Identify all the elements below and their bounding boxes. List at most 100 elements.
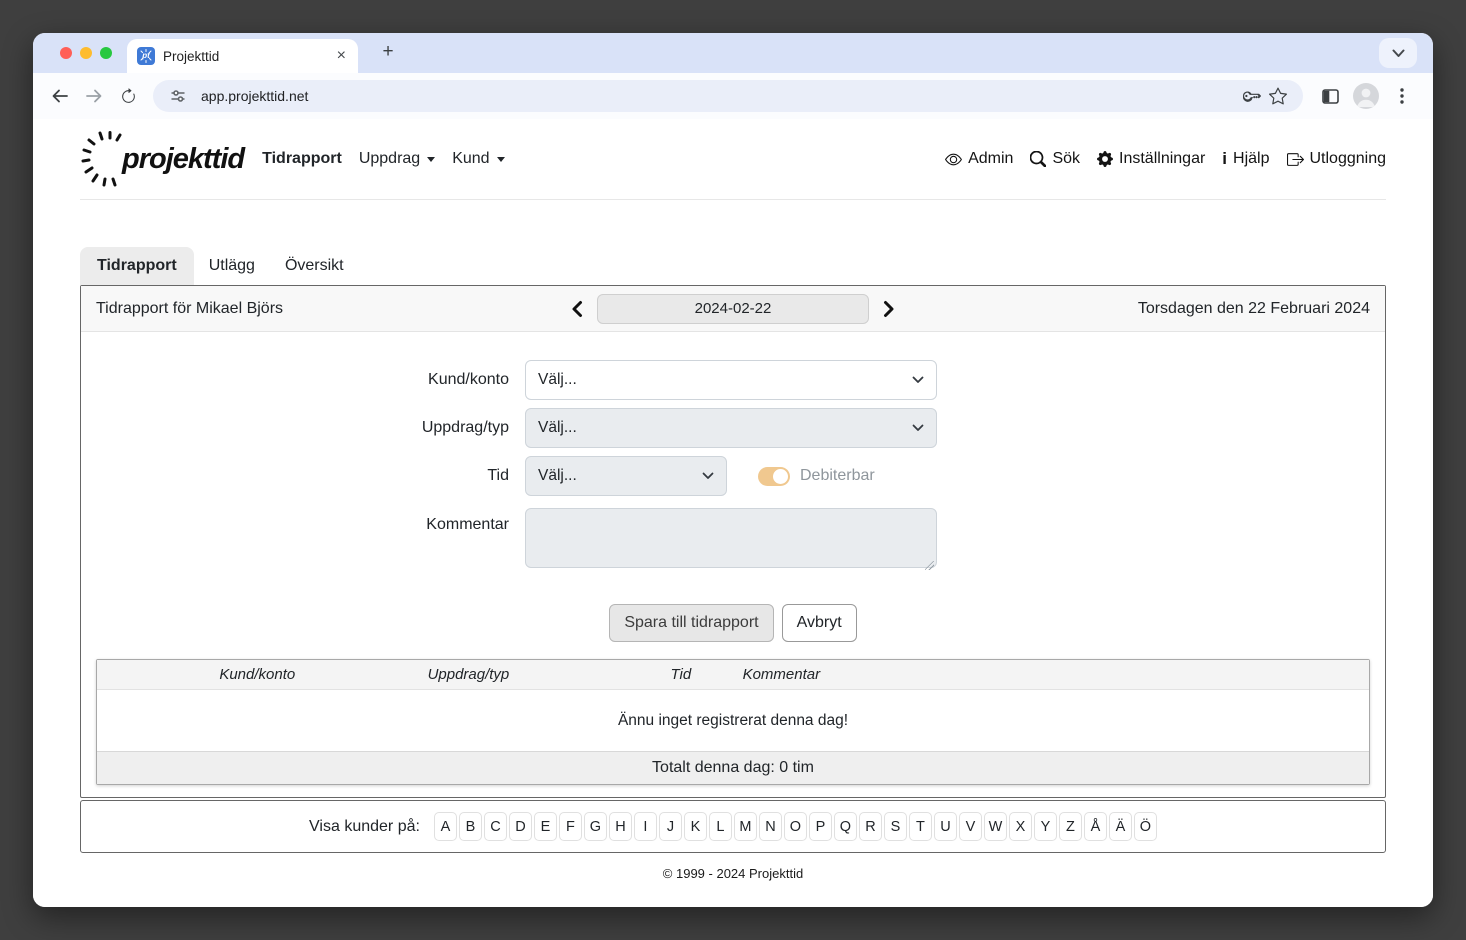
letter-button[interactable]: O (784, 812, 807, 841)
app-logo[interactable]: projekttid (80, 129, 244, 189)
letter-button[interactable]: P (809, 812, 832, 841)
letter-button[interactable]: D (509, 812, 532, 841)
letter-button[interactable]: Z (1059, 812, 1082, 841)
gear-icon (1097, 151, 1113, 167)
letter-button[interactable]: A (434, 812, 457, 841)
address-bar[interactable]: app.projekttid.net (153, 80, 1303, 112)
nav-item-uppdrag[interactable]: Uppdrag (359, 150, 435, 168)
cancel-button[interactable]: Avbryt (782, 604, 857, 642)
back-arrow-icon (51, 88, 69, 104)
date-navigation-bar: Tidrapport för Mikael Björs 2024-02-22 (81, 286, 1385, 332)
letter-button[interactable]: N (759, 812, 782, 841)
back-button[interactable] (43, 79, 77, 113)
empty-message: Ännu inget registrerat denna dag! (618, 712, 848, 730)
person-icon (1353, 83, 1379, 109)
letter-button[interactable]: Å (1084, 812, 1107, 841)
browser-menu-button[interactable] (1385, 79, 1419, 113)
col-header-tid: Tid (670, 660, 691, 689)
letter-button[interactable]: C (484, 812, 507, 841)
letter-button[interactable]: B (459, 812, 482, 841)
letter-button[interactable]: Q (834, 812, 857, 841)
bookmark-star-icon[interactable] (1265, 87, 1291, 105)
resize-grip-icon[interactable] (925, 561, 934, 570)
col-header-kund-konto: Kund/konto (219, 660, 295, 689)
new-tab-button[interactable]: + (376, 41, 400, 63)
tab-tidrapport[interactable]: Tidrapport (80, 247, 194, 285)
tid-select[interactable]: Välj... (525, 456, 727, 496)
eye-icon (945, 151, 962, 168)
total-text: Totalt denna dag: 0 tim (652, 759, 814, 777)
letter-button[interactable]: U (934, 812, 957, 841)
table-header-row: Kund/konto Uppdrag/typ Tid Kommentar (97, 660, 1369, 690)
letter-button[interactable]: J (659, 812, 682, 841)
menu-item-hjalp[interactable]: i Hjälp (1222, 150, 1269, 168)
chevron-down-icon (1392, 49, 1405, 58)
table-empty-row: Ännu inget registrerat denna dag! (97, 690, 1369, 752)
password-key-icon[interactable] (1239, 87, 1265, 105)
menu-item-admin[interactable]: Admin (945, 150, 1013, 168)
tab-close-icon[interactable]: × (335, 48, 348, 64)
letter-button[interactable]: X (1009, 812, 1032, 841)
nav-item-kund[interactable]: Kund (452, 150, 504, 168)
save-button[interactable]: Spara till tidrapport (609, 604, 773, 642)
kund-konto-label: Kund/konto (81, 371, 525, 389)
kommentar-textarea[interactable] (525, 508, 937, 568)
letter-button[interactable]: R (859, 812, 882, 841)
letter-button[interactable]: Ö (1134, 812, 1157, 841)
profile-avatar[interactable] (1353, 83, 1379, 109)
maximize-window-button[interactable] (100, 47, 112, 59)
reload-icon (120, 88, 137, 105)
kund-konto-select[interactable]: Välj... (525, 360, 937, 400)
menu-item-sok[interactable]: Sök (1030, 150, 1080, 168)
browser-toolbar: app.projekttid.net (33, 73, 1433, 119)
kebab-menu-icon (1400, 88, 1404, 104)
letter-button[interactable]: E (534, 812, 557, 841)
menu-item-installningar[interactable]: Inställningar (1097, 150, 1205, 168)
debiterbar-toggle[interactable] (758, 467, 790, 486)
previous-day-button[interactable] (571, 300, 583, 318)
site-settings-icon[interactable] (165, 88, 191, 104)
window-controls (60, 47, 112, 59)
time-entry-form: Kund/konto Välj... Uppdrag/typ Välj... (81, 360, 1385, 642)
uppdrag-typ-select[interactable]: Välj... (525, 408, 937, 448)
reload-button[interactable] (111, 79, 145, 113)
date-input[interactable]: 2024-02-22 (597, 294, 869, 324)
side-panel-button[interactable] (1313, 79, 1347, 113)
letter-buttons: A B C D E F G H (434, 812, 1157, 841)
url-text[interactable]: app.projekttid.net (201, 88, 1239, 104)
kommentar-label: Kommentar (81, 508, 525, 534)
caret-down-icon (427, 157, 435, 162)
uppdrag-typ-label: Uppdrag/typ (81, 419, 525, 437)
nav-item-tidrapport[interactable]: Tidrapport (262, 150, 342, 168)
letter-button[interactable]: Y (1034, 812, 1057, 841)
minimize-window-button[interactable] (80, 47, 92, 59)
tab-search-button[interactable] (1379, 38, 1417, 68)
browser-tab[interactable]: pt Projekttid × (127, 39, 358, 73)
main-nav: Tidrapport Uppdrag Kund (262, 150, 504, 168)
toolbar-right-group (1313, 79, 1423, 113)
letter-button[interactable]: W (984, 812, 1007, 841)
chevron-right-icon (883, 300, 895, 318)
letter-button[interactable]: G (584, 812, 607, 841)
letter-button[interactable]: Ä (1109, 812, 1132, 841)
letter-button[interactable]: M (734, 812, 757, 841)
tid-label: Tid (81, 467, 525, 485)
forward-button[interactable] (77, 79, 111, 113)
close-window-button[interactable] (60, 47, 72, 59)
desktop-background: pt Projekttid × + (0, 0, 1466, 940)
letter-button[interactable]: F (559, 812, 582, 841)
letter-button[interactable]: K (684, 812, 707, 841)
letter-button[interactable]: I (634, 812, 657, 841)
menu-item-utloggning[interactable]: Utloggning (1287, 150, 1387, 168)
report-title: Tidrapport för Mikael Björs (96, 300, 571, 318)
form-buttons: Spara till tidrapport Avbryt (81, 604, 1385, 642)
letter-button[interactable]: V (959, 812, 982, 841)
app-page: projekttid Tidrapport Uppdrag Kund (33, 119, 1433, 907)
letter-button[interactable]: S (884, 812, 907, 841)
letter-button[interactable]: H (609, 812, 632, 841)
letter-button[interactable]: L (709, 812, 732, 841)
letter-button[interactable]: T (909, 812, 932, 841)
next-day-button[interactable] (883, 300, 895, 318)
tab-oversikt[interactable]: Översikt (270, 247, 359, 285)
tab-utlagg[interactable]: Utlägg (194, 247, 270, 285)
